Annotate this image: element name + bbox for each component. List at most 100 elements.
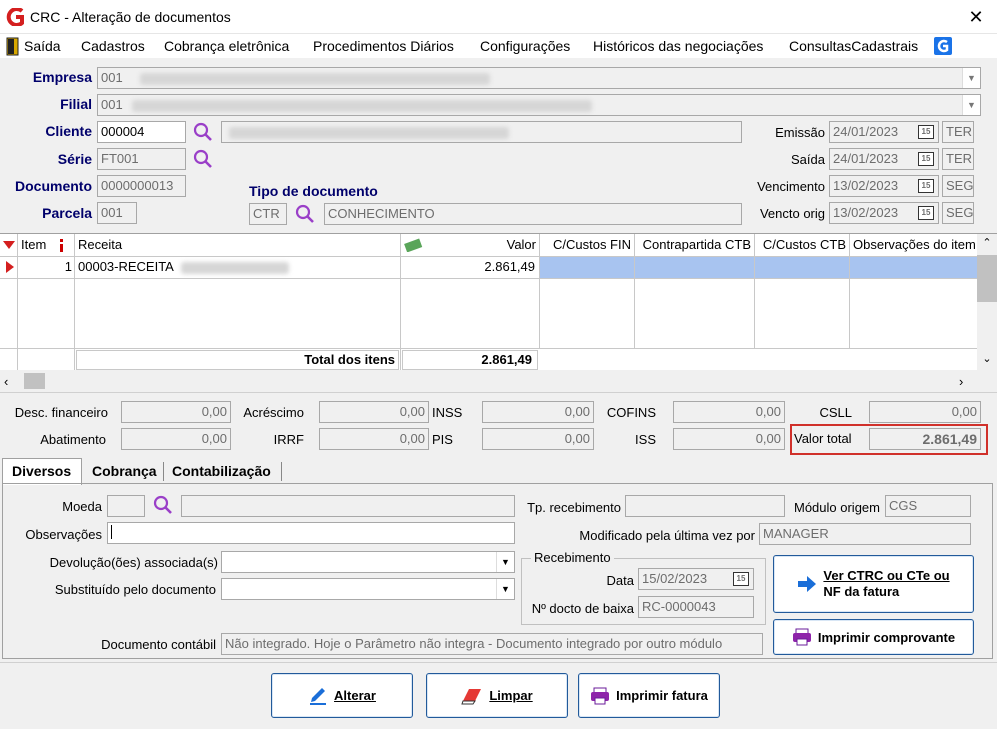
search-icon[interactable] <box>294 203 316 225</box>
cliente-code-input[interactable]: 000004 <box>97 121 186 143</box>
saida-date-field[interactable]: 24/01/2023 15 <box>829 148 939 170</box>
csll-label: CSLL <box>819 405 852 420</box>
scroll-right-icon[interactable]: › <box>959 374 963 389</box>
filial-select[interactable]: 001 ▼ <box>97 94 981 116</box>
moeda-desc-field <box>181 495 515 517</box>
substituido-select[interactable]: ▼ <box>221 578 515 600</box>
vencto-orig-day: SEG <box>942 202 974 224</box>
data-recebimento-field[interactable]: 15/02/2023 15 <box>638 568 754 590</box>
menu-cobranca-eletronica[interactable]: Cobrança eletrônica <box>164 38 289 54</box>
column-header-item[interactable]: Item <box>18 234 75 256</box>
inss-label: INSS <box>432 405 463 420</box>
menu-cadastros[interactable]: Cadastros <box>81 38 145 54</box>
chevron-down-icon[interactable]: ▼ <box>962 95 980 115</box>
irrf-field: 0,00 <box>319 428 429 450</box>
modulo-origem-field: CGS <box>885 495 971 517</box>
column-header-valor[interactable]: Valor <box>401 234 540 256</box>
tab-contabilizacao[interactable]: Contabilização <box>168 460 275 484</box>
scroll-down-icon[interactable]: ⌄ <box>978 352 996 365</box>
chevron-down-icon[interactable]: ▼ <box>496 552 514 572</box>
saida-value: 24/01/2023 <box>833 151 899 166</box>
search-icon[interactable] <box>152 494 174 516</box>
vertical-scroll-thumb[interactable] <box>977 255 997 302</box>
grid-footer-divider <box>0 348 977 349</box>
eraser-icon <box>461 688 482 704</box>
tab-cobranca[interactable]: Cobrança <box>88 460 161 484</box>
sort-down-icon[interactable] <box>2 240 16 250</box>
menu-procedimentos-diarios[interactable]: Procedimentos Diários <box>313 38 454 54</box>
empresa-select[interactable]: 001 ▼ <box>97 67 981 89</box>
grid-col-line <box>539 256 540 348</box>
inss-field: 0,00 <box>482 401 594 423</box>
g-logo-icon[interactable] <box>934 37 952 55</box>
menu-consultas-cadastrais[interactable]: ConsultasCadastrais <box>789 38 918 54</box>
emissao-date-field[interactable]: 24/01/2023 15 <box>829 121 939 143</box>
abatimento-label: Abatimento <box>40 432 106 447</box>
column-header-contrapartida[interactable]: Contrapartida CTB <box>635 234 755 256</box>
documento-field: 0000000013 <box>97 175 186 197</box>
menu-historicos[interactable]: Históricos das negociações <box>593 38 763 54</box>
search-icon[interactable] <box>192 121 214 143</box>
csll-field: 0,00 <box>869 401 981 423</box>
imprimir-fatura-button[interactable]: Imprimir fatura <box>578 673 720 718</box>
emissao-day: TER <box>942 121 974 143</box>
text-cursor <box>111 525 112 539</box>
pis-label: PIS <box>432 432 453 447</box>
calendar-icon[interactable]: 15 <box>918 179 934 193</box>
row-selection-highlight <box>540 257 977 278</box>
redacted-text <box>140 72 491 85</box>
vencimento-date-field[interactable]: 13/02/2023 15 <box>829 175 939 197</box>
devolucao-label: Devolução(ões) associada(s) <box>49 555 218 570</box>
search-icon[interactable] <box>192 148 214 170</box>
column-header-cc-fin[interactable]: C/Custos FIN <box>540 234 635 256</box>
doc-contabil-field: Não integrado. Hoje o Parâmetro não inte… <box>221 633 763 655</box>
saida-label: Saída <box>791 152 825 167</box>
vencimento-value: 13/02/2023 <box>833 178 899 193</box>
limpar-button[interactable]: Limpar <box>426 673 568 718</box>
vencto-orig-value: 13/02/2023 <box>833 205 899 220</box>
row-valor-cell[interactable]: 2.861,49 <box>401 259 535 274</box>
parcela-label: Parcela <box>42 205 92 221</box>
money-icon <box>404 238 423 252</box>
vencimento-label: Vencimento <box>757 179 825 194</box>
calendar-icon[interactable]: 15 <box>918 125 934 139</box>
row-item-cell[interactable]: 1 <box>18 259 72 274</box>
observacoes-input[interactable] <box>107 522 515 544</box>
printer-icon <box>792 628 811 646</box>
alterar-label: Alterar <box>334 688 376 703</box>
calendar-icon[interactable]: 15 <box>918 206 934 220</box>
scroll-up-icon[interactable]: ⌃ <box>978 236 996 249</box>
devolucao-select[interactable]: ▼ <box>221 551 515 573</box>
close-icon[interactable]: ✕ <box>962 4 990 30</box>
desc-financeiro-field: 0,00 <box>121 401 231 423</box>
vencto-orig-date-field[interactable]: 13/02/2023 15 <box>829 202 939 224</box>
grid-col-line <box>754 256 755 348</box>
grid-horizontal-scrollbar[interactable] <box>0 372 977 390</box>
column-header-cc-ctb[interactable]: C/Custos CTB <box>755 234 850 256</box>
ver-ctrc-button[interactable]: Ver CTRC ou CTe ou NF da fatura <box>773 555 974 613</box>
menu-saida[interactable]: Saída <box>24 38 61 54</box>
row-receita-cell[interactable]: 00003-RECEITA <box>78 259 289 274</box>
calendar-icon[interactable]: 15 <box>733 572 749 586</box>
tab-diversos[interactable]: Diversos <box>8 460 75 484</box>
alterar-button[interactable]: Alterar <box>271 673 413 718</box>
calendar-icon[interactable]: 15 <box>918 152 934 166</box>
column-header-receita[interactable]: Receita <box>75 234 401 256</box>
imprimir-comprovante-button[interactable]: Imprimir comprovante <box>773 619 974 655</box>
filial-value: 001 <box>101 97 123 112</box>
printer-icon <box>591 687 610 704</box>
iss-label: ISS <box>635 432 656 447</box>
column-header-obs[interactable]: Observações do item <box>850 234 977 256</box>
scroll-left-icon[interactable]: ‹ <box>4 374 8 389</box>
horizontal-scroll-thumb[interactable] <box>24 373 45 389</box>
emissao-label: Emissão <box>775 125 825 140</box>
window-title: CRC - Alteração de documentos <box>30 9 231 25</box>
row-pointer-icon <box>6 261 14 273</box>
chevron-down-icon[interactable]: ▼ <box>496 579 514 599</box>
chevron-down-icon[interactable]: ▼ <box>962 68 980 88</box>
exit-door-icon[interactable] <box>6 37 19 56</box>
pencil-icon <box>310 687 327 705</box>
menu-configuracoes[interactable]: Configurações <box>480 38 570 54</box>
redacted-text <box>132 99 593 112</box>
divider <box>0 392 997 393</box>
